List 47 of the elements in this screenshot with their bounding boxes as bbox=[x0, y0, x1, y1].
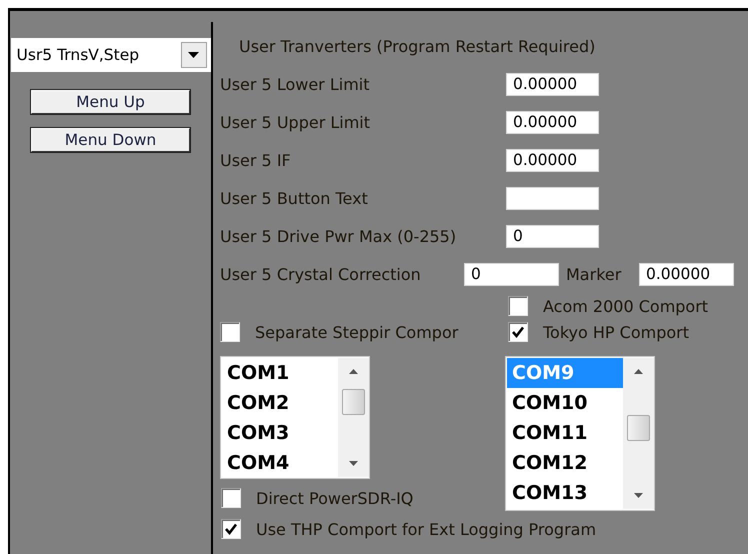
input-field[interactable]: 0.00000 bbox=[506, 110, 599, 134]
checkbox-label: Use THP Comport for Ext Logging Program bbox=[256, 520, 596, 538]
check-icon bbox=[511, 325, 525, 339]
page-dropdown[interactable]: Usr5 TrnsV,Step bbox=[10, 38, 210, 72]
scroll-down-icon[interactable] bbox=[634, 493, 643, 498]
section-title: User Tranverters (Program Restart Required) bbox=[238, 36, 596, 58]
port-list-item[interactable]: COM2 bbox=[222, 388, 338, 418]
input-field[interactable] bbox=[506, 186, 599, 210]
field-label: User 5 Button Text bbox=[220, 188, 369, 208]
field-label: User 5 Upper Limit bbox=[220, 112, 372, 132]
checkbox[interactable] bbox=[508, 322, 528, 342]
port-list-item[interactable]: COM3 bbox=[222, 418, 338, 448]
input-field[interactable]: 0 bbox=[506, 224, 599, 248]
menu-down-button[interactable]: Menu Down bbox=[31, 128, 190, 152]
checkbox[interactable] bbox=[220, 322, 240, 342]
scroll-thumb[interactable] bbox=[627, 415, 650, 442]
menu-up-button[interactable]: Menu Up bbox=[31, 90, 190, 114]
input-field[interactable]: 0 bbox=[464, 262, 559, 286]
port-list-item[interactable]: COM4 bbox=[222, 448, 338, 478]
scroll-up-icon[interactable] bbox=[349, 369, 358, 374]
port-list-item[interactable]: COM12 bbox=[507, 448, 623, 478]
dropdown-arrow-icon bbox=[188, 52, 199, 58]
scroll-down-icon[interactable] bbox=[349, 461, 358, 466]
scroll-up-icon[interactable] bbox=[634, 369, 643, 374]
checkbox[interactable] bbox=[221, 519, 241, 539]
checkbox-label: Separate Steppir Compor bbox=[255, 322, 458, 342]
input-field[interactable]: 0.00000 bbox=[506, 148, 599, 172]
scrollbar[interactable] bbox=[338, 358, 369, 477]
input-field[interactable]: 0.00000 bbox=[639, 262, 734, 286]
checkbox-label: Acom 2000 Comport bbox=[543, 296, 708, 316]
field-label: User 5 Crystal Correction bbox=[220, 264, 422, 284]
field-label: User 5 IF bbox=[220, 150, 292, 170]
checkbox-label: Tokyo HP Comport bbox=[543, 322, 689, 342]
checkbox[interactable] bbox=[221, 488, 241, 508]
checkbox[interactable] bbox=[508, 296, 528, 316]
port-list-item[interactable]: COM13 bbox=[507, 478, 623, 508]
port-list-item[interactable]: COM11 bbox=[507, 418, 623, 448]
checkbox-label: Direct PowerSDR-IQ bbox=[256, 488, 414, 508]
field-label: User 5 Drive Pwr Max (0-255) bbox=[220, 226, 458, 246]
port-list-item[interactable]: COM1 bbox=[222, 358, 338, 388]
scrollbar[interactable] bbox=[623, 358, 654, 509]
field-label: Marker bbox=[566, 264, 622, 284]
input-field[interactable]: 0.00000 bbox=[506, 72, 599, 96]
scroll-thumb[interactable] bbox=[342, 389, 365, 416]
field-label: User 5 Lower Limit bbox=[220, 74, 370, 94]
check-icon bbox=[224, 522, 238, 536]
port-list-item[interactable]: COM10 bbox=[507, 388, 623, 418]
